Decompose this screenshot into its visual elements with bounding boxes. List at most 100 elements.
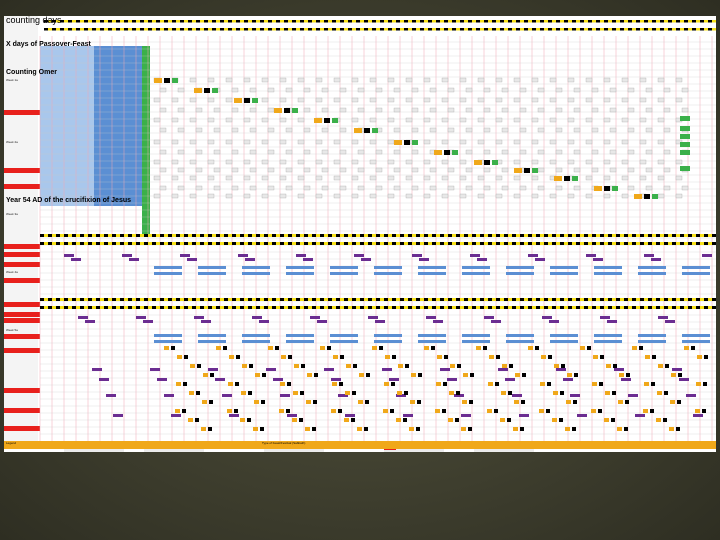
year-band-yellow <box>220 306 224 309</box>
year-band-black <box>448 242 452 245</box>
top-dash-yellow <box>504 28 508 31</box>
year-band-yellow <box>500 306 504 309</box>
event-bar <box>549 320 559 323</box>
event-bar <box>702 254 712 257</box>
top-dash-black <box>164 28 168 31</box>
red-row-marker <box>4 278 40 283</box>
red-row-marker <box>4 244 40 249</box>
event-bar <box>621 378 631 381</box>
year-band-black <box>176 234 180 237</box>
event-bar <box>164 394 174 397</box>
week-cell <box>447 127 455 133</box>
top-dash-black <box>460 20 464 23</box>
year-band-yellow <box>252 234 256 237</box>
year-band-yellow <box>492 242 496 245</box>
year-band-black <box>160 306 164 309</box>
year-band-yellow <box>612 298 616 301</box>
week-cell <box>645 127 653 133</box>
top-dash-black <box>332 28 336 31</box>
year-band-black <box>520 234 524 237</box>
week-cell <box>249 167 257 173</box>
event-bar <box>563 378 573 381</box>
year-band-black <box>512 234 516 237</box>
year-band-yellow <box>580 242 584 245</box>
top-dash-yellow <box>56 28 60 31</box>
year-band-black <box>392 234 396 237</box>
year-band-yellow <box>116 234 120 237</box>
week-cell <box>375 149 383 155</box>
week-cell <box>351 159 359 165</box>
year-band-black <box>184 306 188 309</box>
year-band-black <box>512 242 516 245</box>
event-bar <box>651 258 661 261</box>
year-band-yellow <box>268 298 272 301</box>
week-cell <box>495 97 503 103</box>
year-band-yellow <box>148 306 152 309</box>
top-dash-black <box>316 20 320 23</box>
year-band-black <box>96 298 100 301</box>
period-bar <box>506 334 534 337</box>
year-band-yellow <box>228 234 232 237</box>
top-dash-black <box>404 20 408 23</box>
year-band-black <box>248 298 252 301</box>
top-dash-yellow <box>288 28 292 31</box>
event-bar <box>672 368 682 371</box>
top-dash-yellow <box>480 20 484 23</box>
year-band-black <box>480 242 484 245</box>
week-cell <box>549 77 557 83</box>
period-bar <box>286 334 314 337</box>
year-band-black <box>408 234 412 237</box>
year-band-yellow <box>284 234 288 237</box>
top-dash-black <box>164 20 168 23</box>
year-band-black <box>384 242 388 245</box>
year-band-yellow <box>276 242 280 245</box>
top-dash-yellow <box>688 20 692 23</box>
year-band-black <box>712 242 716 245</box>
top-dash-yellow <box>576 20 580 23</box>
week-cell <box>159 185 167 191</box>
year-band-yellow <box>68 242 72 245</box>
week-cell <box>663 167 671 173</box>
top-dash-yellow <box>568 28 572 31</box>
year-band-black <box>680 242 684 245</box>
year-band-black <box>120 234 124 237</box>
week-cell <box>459 77 467 83</box>
top-dash-black <box>556 20 560 23</box>
year-band-yellow <box>252 242 256 245</box>
period-bar <box>418 340 446 343</box>
event-bar <box>628 394 638 397</box>
year-band-black <box>352 242 356 245</box>
week-cell <box>513 77 521 83</box>
year-band-black <box>200 242 204 245</box>
week-cell <box>549 193 557 199</box>
top-dash-yellow <box>88 20 92 23</box>
year-band-black <box>296 298 300 301</box>
week-cell <box>351 97 359 103</box>
event-bar <box>593 258 603 261</box>
top-dash-yellow <box>400 20 404 23</box>
year-band-yellow <box>308 298 312 301</box>
year-band-yellow <box>268 306 272 309</box>
day-marker <box>605 391 610 395</box>
top-dash-black <box>116 20 120 23</box>
top-dash-yellow <box>304 28 308 31</box>
year-band-black <box>160 234 164 237</box>
week-cell <box>441 193 449 199</box>
year-band-yellow <box>132 298 136 301</box>
week-cell <box>351 139 359 145</box>
omer-marker <box>354 128 362 133</box>
top-dash-yellow <box>224 20 228 23</box>
year-band-yellow <box>636 234 640 237</box>
year-band-yellow <box>132 306 136 309</box>
omer-sabbath <box>164 78 170 83</box>
year-band-yellow <box>532 298 536 301</box>
year-band-yellow <box>212 306 216 309</box>
top-dash-black <box>156 20 160 23</box>
top-dash-black <box>300 20 304 23</box>
week-cell <box>375 185 383 191</box>
omer-day <box>532 168 538 173</box>
year-band-yellow <box>204 298 208 301</box>
week-cell <box>369 175 377 181</box>
week-cell <box>501 107 509 113</box>
top-dash-yellow <box>104 20 108 23</box>
